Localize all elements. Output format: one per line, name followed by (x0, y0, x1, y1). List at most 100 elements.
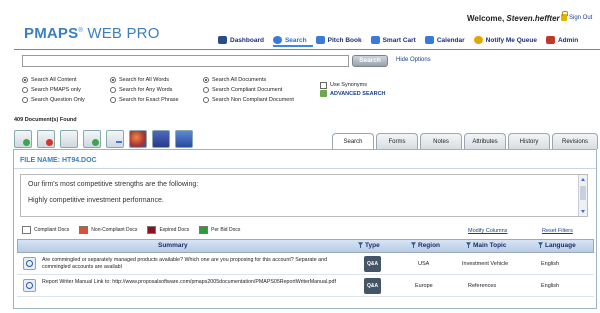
radio-button[interactable] (203, 77, 209, 83)
tab-notes[interactable]: Notes (420, 133, 462, 149)
file-name: FILE NAME: HT94.DOC (20, 157, 97, 164)
option-exact-phrase[interactable]: Search for Exact Phrase (110, 95, 179, 105)
tab-attributes[interactable]: Attributes (464, 133, 506, 149)
option-search-all-content[interactable]: Search All Content (22, 75, 85, 85)
option-search-pmaps-only[interactable]: Search PMAPS only (22, 85, 85, 95)
row-language: English (541, 283, 560, 289)
option-all-words[interactable]: Search for All Words (110, 75, 179, 85)
search-button[interactable]: Search (352, 55, 388, 67)
option-any-words[interactable]: Search for Any Words (110, 85, 179, 95)
legend-per-bid: Per Bid Docs (199, 226, 240, 234)
save-icon[interactable] (152, 130, 170, 148)
nav-pitch-book-label: Pitch Book (327, 36, 362, 44)
filter-icon[interactable] (411, 242, 416, 249)
active-nav-indicator (273, 45, 313, 47)
logo-main-text: PMAPS (24, 25, 79, 42)
tab-history[interactable]: History (508, 133, 550, 149)
document-preview[interactable]: Our firm's most competitive strengths ar… (20, 174, 588, 217)
preview-line: Highly competitive investment performanc… (28, 197, 164, 204)
radio-button[interactable] (203, 97, 209, 103)
document-count: 409 Document(s) Found (14, 117, 77, 123)
filter-icon[interactable] (466, 242, 471, 249)
tab-revisions[interactable]: Revisions (552, 133, 598, 149)
bell-icon (473, 36, 483, 44)
scroll-down-icon[interactable] (581, 210, 585, 213)
nav-notify-me-queue[interactable]: Notify Me Queue (473, 36, 537, 44)
modify-columns-link[interactable]: Modify Columns (468, 228, 507, 234)
magnify-icon[interactable] (23, 279, 36, 292)
option-label: Search for Any Words (119, 87, 173, 93)
preview-scrollbar[interactable] (578, 175, 587, 216)
document-scope-options: Search All Documents Search Compliant Do… (203, 75, 294, 105)
reset-filters-link[interactable]: Reset Filters (542, 228, 573, 234)
radio-button[interactable] (110, 97, 116, 103)
radio-button[interactable] (22, 87, 28, 93)
legend-non-compliant: Non-Compliant Docs (79, 226, 137, 234)
option-search-question-only[interactable]: Search Question Only (22, 95, 85, 105)
nav-calendar[interactable]: Calendar (424, 36, 465, 44)
cart-add-icon[interactable] (175, 130, 193, 148)
chart-icon[interactable] (129, 130, 147, 148)
extra-options: Use Synonyms ADVANCED SEARCH (320, 80, 386, 97)
option-all-documents[interactable]: Search All Documents (203, 75, 294, 85)
nav-admin-label: Admin (557, 36, 579, 44)
legend-label: Expired Docs (159, 227, 190, 233)
magnify-icon[interactable] (23, 257, 36, 270)
use-synonyms-checkbox[interactable]: Use Synonyms (320, 80, 386, 90)
search-input[interactable] (22, 55, 349, 67)
content-scope-options: Search All Content Search PMAPS only Sea… (22, 75, 85, 105)
checkbox[interactable] (320, 81, 327, 89)
radio-button[interactable] (22, 97, 28, 103)
lock-icon (561, 11, 568, 21)
column-topic-label: Main Topic (473, 242, 507, 249)
column-type[interactable]: Type (358, 240, 380, 252)
row-topic: Investment Vehicle (462, 261, 509, 267)
sign-out-link[interactable]: Sign Out (561, 11, 592, 21)
column-summary[interactable]: Summary (158, 240, 188, 252)
nav-pitch-book[interactable]: Pitch Book (315, 36, 362, 44)
scroll-thumb[interactable] (580, 186, 586, 200)
nav-dashboard[interactable]: Dashboard (218, 36, 264, 44)
filter-icon[interactable] (538, 242, 543, 249)
advanced-search-link[interactable]: ADVANCED SEARCH (320, 90, 386, 97)
column-region-label: Region (418, 242, 441, 249)
nav-search[interactable]: Search (272, 36, 307, 44)
legend-swatch (79, 226, 89, 234)
delete-document-icon[interactable] (37, 130, 55, 148)
option-non-compliant-document[interactable]: Search Non Compliant Document (203, 95, 294, 105)
nav-notify-label: Notify Me Queue (485, 36, 537, 44)
option-label: Search for All Words (119, 77, 170, 83)
hide-options-link[interactable]: Hide Options (396, 57, 431, 63)
option-label: Search All Content (31, 77, 77, 83)
table-row[interactable]: Report Writer Manual Link to: http://www… (17, 276, 594, 297)
legend-compliant: Compliant Docs (22, 226, 69, 234)
column-region[interactable]: Region (411, 240, 440, 252)
radio-button[interactable] (110, 87, 116, 93)
cart-icon (370, 36, 380, 44)
table-row[interactable]: Are commingled or separately managed pro… (17, 254, 594, 275)
nav-admin[interactable]: Admin (545, 36, 579, 44)
results-table-header: Summary Type Region Main Topic Language (17, 239, 594, 253)
tab-forms[interactable]: Forms (376, 133, 418, 149)
nav-smart-cart[interactable]: Smart Cart (370, 36, 416, 44)
radio-button[interactable] (110, 77, 116, 83)
pmaps-logo[interactable]: PMAPS® WEB PRO (24, 25, 160, 42)
filter-icon[interactable] (358, 242, 363, 249)
radio-button[interactable] (203, 87, 209, 93)
nav-calendar-label: Calendar (436, 36, 465, 44)
view-list-icon[interactable] (60, 130, 78, 148)
nav-dashboard-label: Dashboard (230, 36, 264, 44)
option-compliant-document[interactable]: Search Compliant Document (203, 85, 294, 95)
dashboard-icon (218, 36, 227, 44)
export-document-icon[interactable] (83, 130, 101, 148)
scroll-up-icon[interactable] (581, 178, 585, 181)
add-document-icon[interactable] (14, 130, 32, 148)
zoom-search-icon[interactable] (106, 130, 124, 148)
tab-search[interactable]: Search (332, 133, 374, 150)
radio-button[interactable] (22, 77, 28, 83)
column-language[interactable]: Language (538, 240, 576, 252)
welcome-message: Welcome, Steven.heffter (467, 14, 560, 23)
option-label: Search Question Only (31, 97, 85, 103)
app-header: PMAPS® WEB PRO Welcome, Steven.heffter S… (0, 0, 600, 50)
column-main-topic[interactable]: Main Topic (466, 240, 506, 252)
